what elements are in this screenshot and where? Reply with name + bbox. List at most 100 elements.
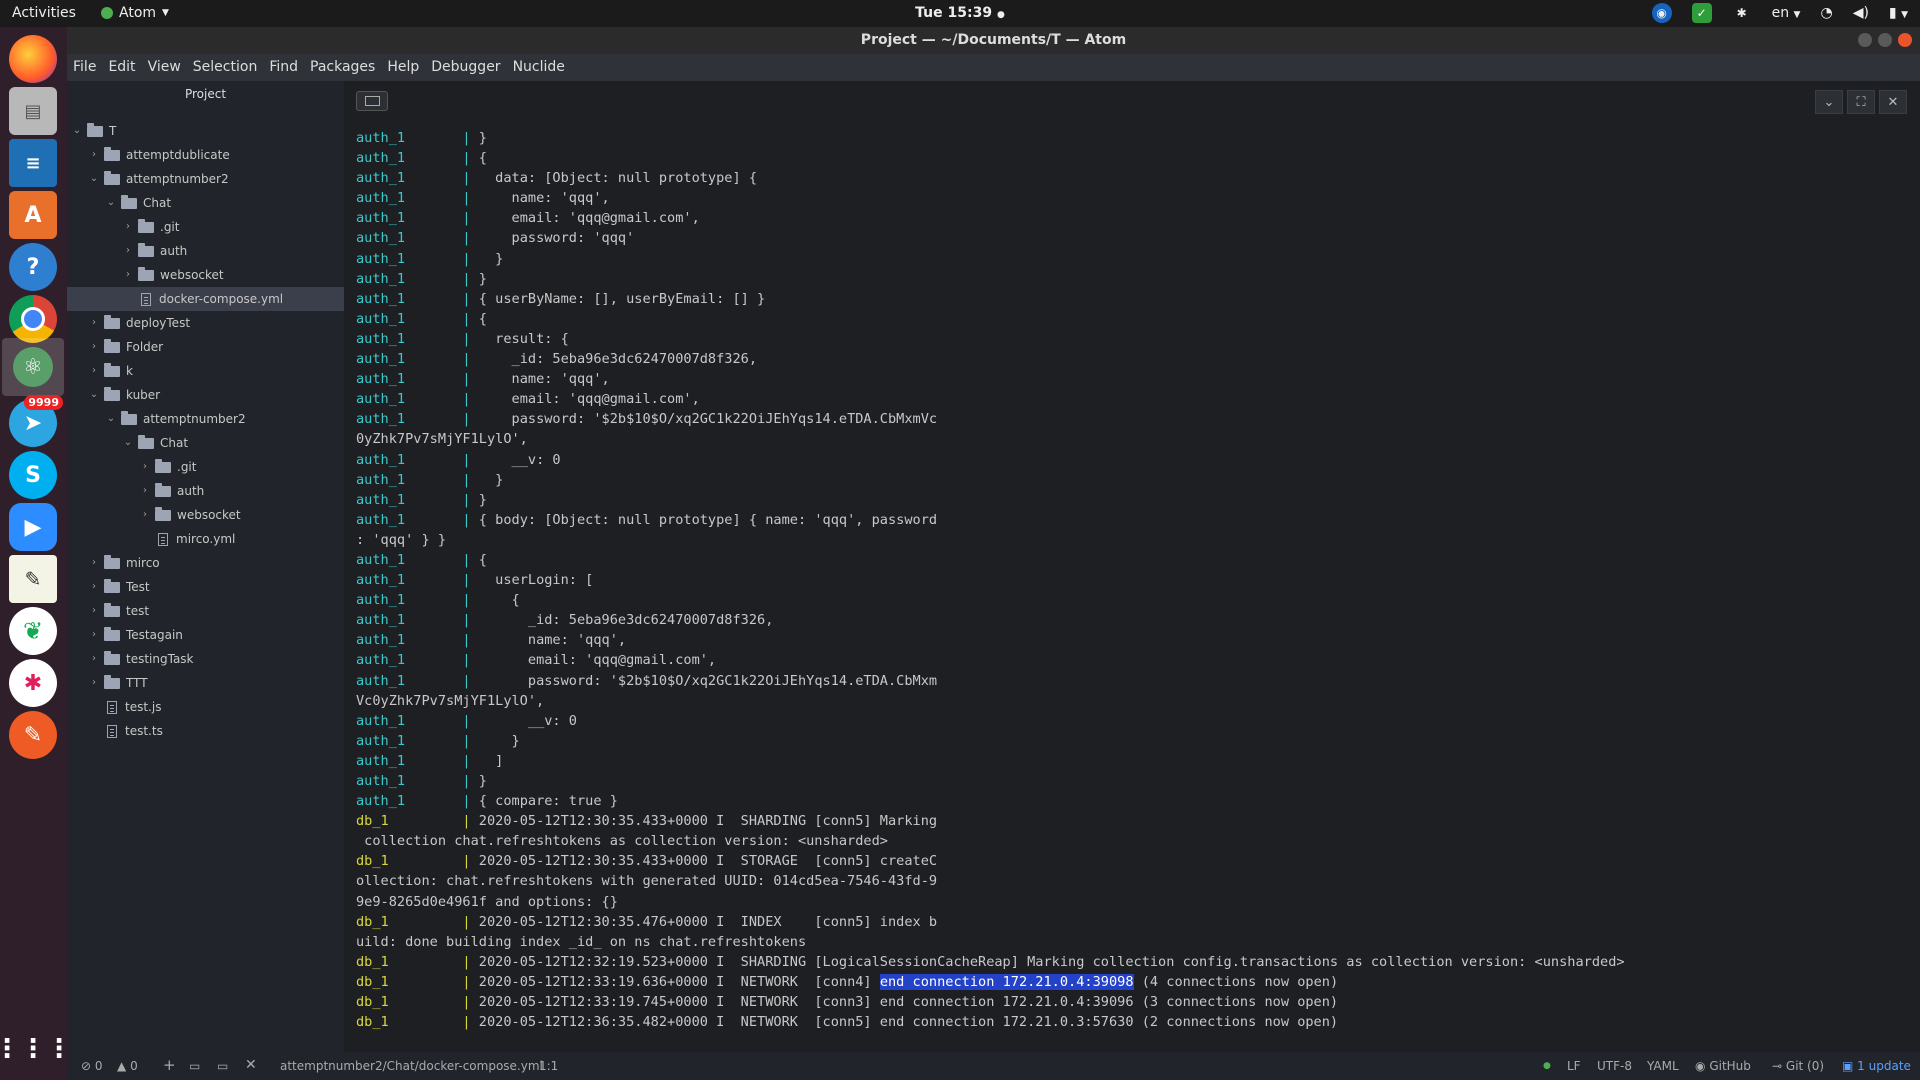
tree-folder[interactable]: ⌄ Chat xyxy=(67,431,188,455)
window-titlebar[interactable]: Project — ~/Documents/T — Atom xyxy=(67,27,1920,54)
tree-folder[interactable]: › websocket xyxy=(67,503,241,527)
maximize-button[interactable] xyxy=(1878,33,1892,47)
chevron-down-icon[interactable]: ⌄ xyxy=(122,431,134,455)
tree-folder[interactable]: › Test xyxy=(67,575,150,599)
tree-folder[interactable]: › testingTask xyxy=(67,647,194,671)
chevron-right-icon[interactable]: › xyxy=(88,311,100,335)
selected-text[interactable]: end connection 172.21.0.4:39098 xyxy=(879,973,1134,990)
chrome-tray-icon[interactable]: ◉ xyxy=(1651,3,1672,23)
chevron-right-icon[interactable]: › xyxy=(122,215,134,239)
chevron-down-icon[interactable]: ⌄ xyxy=(88,383,100,407)
tree-folder[interactable]: ⌄ attemptnumber2 xyxy=(67,167,229,191)
chevron-down-icon[interactable]: ⌄ xyxy=(88,167,100,191)
close-button[interactable] xyxy=(1898,33,1912,47)
terminal-output[interactable]: auth_1 | } auth_1 | {auth_1 | data: [Obje… xyxy=(356,128,1916,1032)
zoom-icon[interactable]: ▶ xyxy=(9,503,57,551)
wifi-icon[interactable]: ◔ xyxy=(1820,5,1832,21)
tree-folder[interactable]: › Testagain xyxy=(67,623,183,647)
maximize-icon[interactable]: ⛶ xyxy=(1847,90,1875,114)
errors-indicator[interactable]: ⊘ 0 xyxy=(81,1059,103,1073)
chevron-right-icon[interactable]: › xyxy=(88,551,100,575)
slack-icon[interactable]: ✱ xyxy=(9,659,57,707)
file-path[interactable]: attemptnumber2/Chat/docker-compose.yml xyxy=(280,1059,543,1073)
text-editor-icon[interactable]: ✎ xyxy=(9,555,57,603)
terminal-icon[interactable]: ▭ xyxy=(189,1059,200,1073)
menu-selection[interactable]: Selection xyxy=(187,54,264,75)
help-icon[interactable]: ? xyxy=(9,243,57,291)
chevron-right-icon[interactable]: › xyxy=(139,503,151,527)
grammar[interactable]: YAML xyxy=(1647,1059,1679,1073)
chevron-right-icon[interactable]: › xyxy=(88,143,100,167)
skype-icon[interactable]: S xyxy=(9,451,57,499)
git-button[interactable]: ⊸ Git (0) xyxy=(1772,1059,1824,1073)
tree-folder[interactable]: ⌄ attemptnumber2 xyxy=(67,407,246,431)
chevron-right-icon[interactable]: › xyxy=(88,599,100,623)
activities-button[interactable]: Activities xyxy=(12,5,76,21)
terminal-toggle-icon[interactable] xyxy=(356,91,388,111)
tree-folder[interactable]: › .git xyxy=(67,455,196,479)
volume-icon[interactable]: ◀) xyxy=(1853,5,1869,21)
tree-folder[interactable]: ⌄ T xyxy=(67,119,116,143)
update-button[interactable]: ▣ 1 update xyxy=(1842,1059,1911,1073)
chrome-icon[interactable] xyxy=(9,295,57,343)
encoding[interactable]: UTF-8 xyxy=(1597,1059,1632,1073)
chevron-right-icon[interactable]: › xyxy=(88,335,100,359)
plus-icon[interactable]: + xyxy=(163,1056,176,1074)
tree-folder[interactable]: › deployTest xyxy=(67,311,190,335)
tree-folder[interactable]: › .git xyxy=(67,215,179,239)
software-center-icon[interactable]: A xyxy=(9,191,57,239)
clock[interactable]: Tue 15:39 ● xyxy=(915,5,1005,21)
check-tray-icon[interactable]: ✓ xyxy=(1691,3,1712,23)
cursor-position[interactable]: 1:1 xyxy=(539,1059,558,1073)
chevron-right-icon[interactable]: › xyxy=(88,575,100,599)
app-menu[interactable]: Atom ▼ xyxy=(101,5,169,21)
tree-folder[interactable]: › test xyxy=(67,599,149,623)
tree-folder[interactable]: ⌄ Chat xyxy=(67,191,171,215)
menu-help[interactable]: Help xyxy=(381,54,425,75)
tree-folder[interactable]: › attemptdublicate xyxy=(67,143,230,167)
tree-file[interactable]: mirco.yml xyxy=(67,527,235,551)
battery-icon[interactable]: ▮ ▼ xyxy=(1889,5,1908,21)
menu-view[interactable]: View xyxy=(142,54,187,75)
menu-packages[interactable]: Packages xyxy=(304,54,381,75)
telegram-icon[interactable]: ➤ 9999 xyxy=(9,395,63,447)
chevron-right-icon[interactable]: › xyxy=(88,359,100,383)
tree-folder[interactable]: › websocket xyxy=(67,263,224,287)
language-indicator[interactable]: en ▼ xyxy=(1772,5,1801,21)
chevron-right-icon[interactable]: › xyxy=(88,623,100,647)
atom-icon[interactable]: ⚛ xyxy=(2,338,64,396)
show-apps-icon[interactable]: ⋮⋮⋮ xyxy=(0,1025,72,1073)
chevron-right-icon[interactable]: › xyxy=(88,647,100,671)
chevron-right-icon[interactable]: › xyxy=(139,455,151,479)
tree-folder[interactable]: › mirco xyxy=(67,551,160,575)
menu-find[interactable]: Find xyxy=(263,54,304,75)
postman-icon[interactable]: ✎ xyxy=(9,711,57,759)
slack-tray-icon[interactable]: ✱ xyxy=(1732,3,1752,23)
chevron-right-icon[interactable]: › xyxy=(88,671,100,695)
tree-folder[interactable]: › k xyxy=(67,359,133,383)
terminal-tab-icon[interactable]: ▭ xyxy=(217,1059,228,1073)
chevron-down-icon[interactable]: ⌄ xyxy=(1815,90,1843,114)
minimize-button[interactable] xyxy=(1858,33,1872,47)
menu-debugger[interactable]: Debugger xyxy=(425,54,506,75)
line-ending[interactable]: LF xyxy=(1567,1059,1581,1073)
tree-folder[interactable]: › TTT xyxy=(67,671,148,695)
files-icon[interactable]: ▤ xyxy=(9,87,57,135)
tree-file[interactable]: test.js xyxy=(67,695,161,719)
chevron-right-icon[interactable]: › xyxy=(139,479,151,503)
warnings-indicator[interactable]: ▲ 0 xyxy=(117,1059,138,1073)
close-icon[interactable]: ✕ xyxy=(1879,90,1907,114)
github-button[interactable]: ◉ GitHub xyxy=(1695,1059,1751,1073)
chevron-down-icon[interactable]: ⌄ xyxy=(105,407,117,431)
chevron-right-icon[interactable]: › xyxy=(122,263,134,287)
tree-folder[interactable]: ⌄ kuber xyxy=(67,383,160,407)
firefox-icon[interactable] xyxy=(9,35,57,83)
tree-file[interactable]: test.ts xyxy=(67,719,163,743)
tree-folder[interactable]: › auth xyxy=(67,239,187,263)
chevron-right-icon[interactable]: › xyxy=(122,239,134,263)
menu-edit[interactable]: Edit xyxy=(102,54,141,75)
menu-nuclide[interactable]: Nuclide xyxy=(507,54,571,75)
writer-icon[interactable]: ≡ xyxy=(9,139,57,187)
chevron-down-icon[interactable]: ⌄ xyxy=(105,191,117,215)
tree-folder[interactable]: › auth xyxy=(67,479,204,503)
